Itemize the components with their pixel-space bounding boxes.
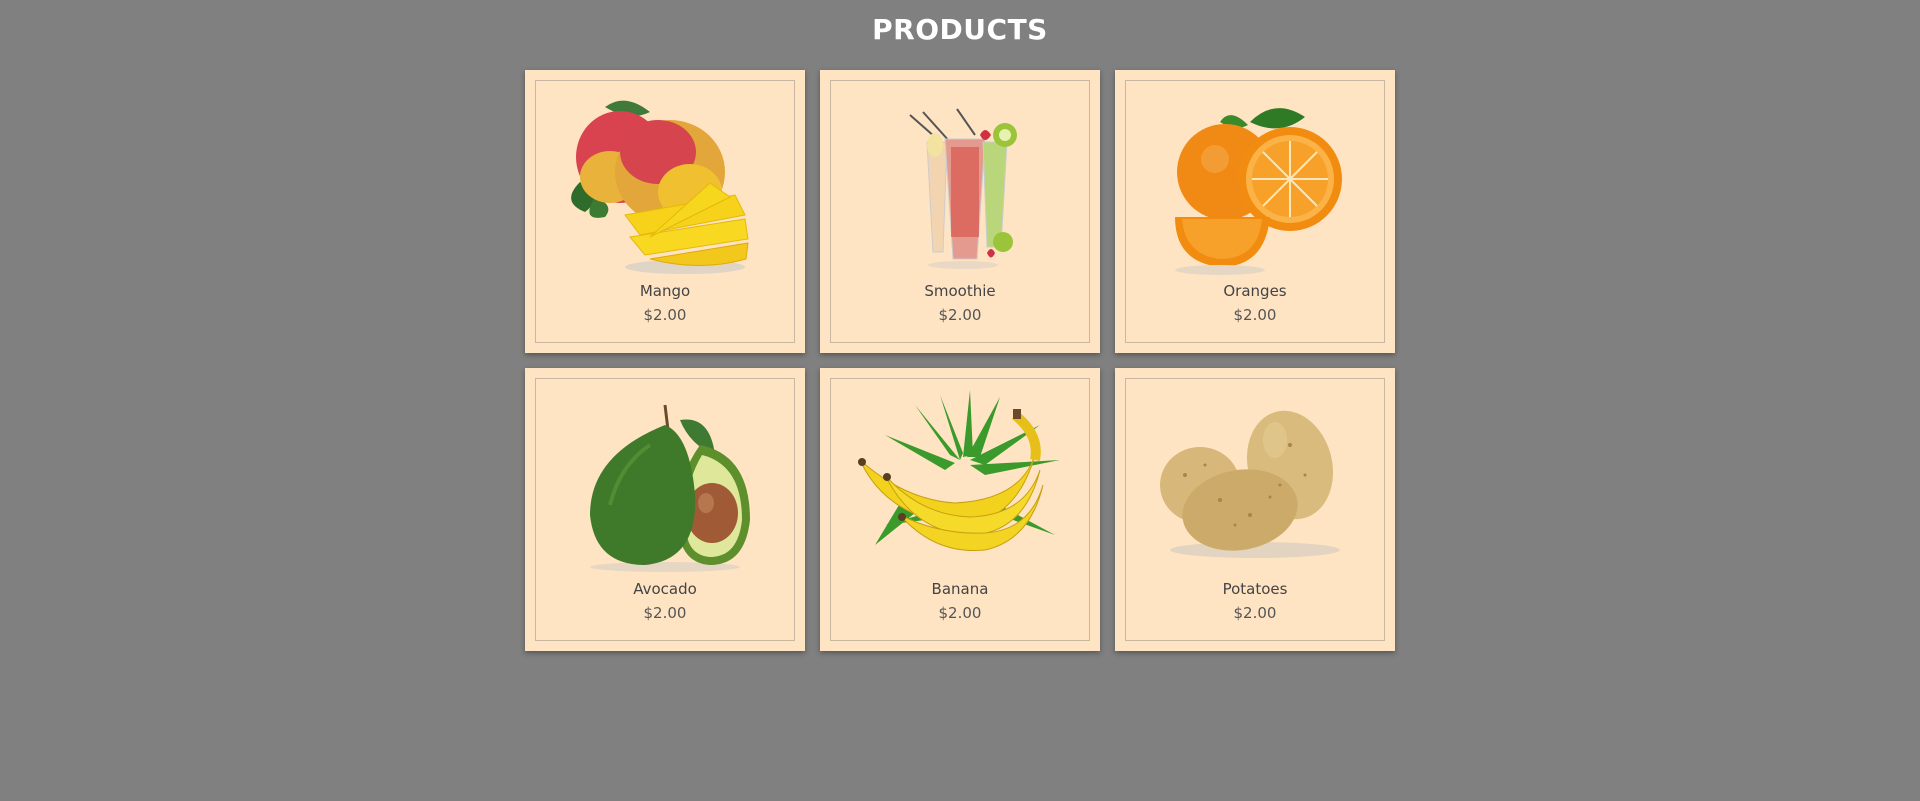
product-price: $2.00 bbox=[643, 306, 687, 324]
product-name: Banana bbox=[931, 580, 989, 598]
oranges-image bbox=[1175, 108, 1342, 275]
product-card-mango[interactable]: Mango $2.00 bbox=[525, 70, 805, 353]
product-card-potatoes[interactable]: Potatoes $2.00 bbox=[1115, 368, 1395, 651]
product-grid: Mango $2.00 Smoothie $2.00 Oranges $2.00… bbox=[525, 70, 1395, 651]
product-card-inner: Smoothie $2.00 bbox=[830, 80, 1090, 343]
product-card-banana[interactable]: Banana $2.00 bbox=[820, 368, 1100, 651]
product-price: $2.00 bbox=[938, 604, 982, 622]
product-name: Potatoes bbox=[1222, 580, 1288, 598]
page-title: PRODUCTS bbox=[872, 13, 1048, 46]
product-name: Oranges bbox=[1223, 282, 1287, 300]
product-card-avocado[interactable]: Avocado $2.00 bbox=[525, 368, 805, 651]
smoothie-image bbox=[909, 108, 1017, 269]
potatoes-image bbox=[1160, 410, 1340, 558]
banana-image bbox=[858, 390, 1060, 552]
product-card-inner: Mango $2.00 bbox=[535, 80, 795, 343]
product-card-smoothie[interactable]: Smoothie $2.00 bbox=[820, 70, 1100, 353]
product-card-oranges[interactable]: Oranges $2.00 bbox=[1115, 70, 1395, 353]
product-name: Mango bbox=[639, 282, 691, 300]
product-name: Smoothie bbox=[924, 282, 996, 300]
mango-image bbox=[571, 100, 749, 274]
product-card-inner: Oranges $2.00 bbox=[1125, 80, 1385, 343]
avocado-image bbox=[590, 404, 750, 572]
product-card-inner: Potatoes $2.00 bbox=[1125, 378, 1385, 641]
product-price: $2.00 bbox=[1233, 306, 1277, 324]
product-card-inner: Avocado $2.00 bbox=[535, 378, 795, 641]
product-price: $2.00 bbox=[643, 604, 687, 622]
product-name: Avocado bbox=[633, 580, 697, 598]
product-price: $2.00 bbox=[938, 306, 982, 324]
product-card-inner: Banana $2.00 bbox=[830, 378, 1090, 641]
product-price: $2.00 bbox=[1233, 604, 1277, 622]
